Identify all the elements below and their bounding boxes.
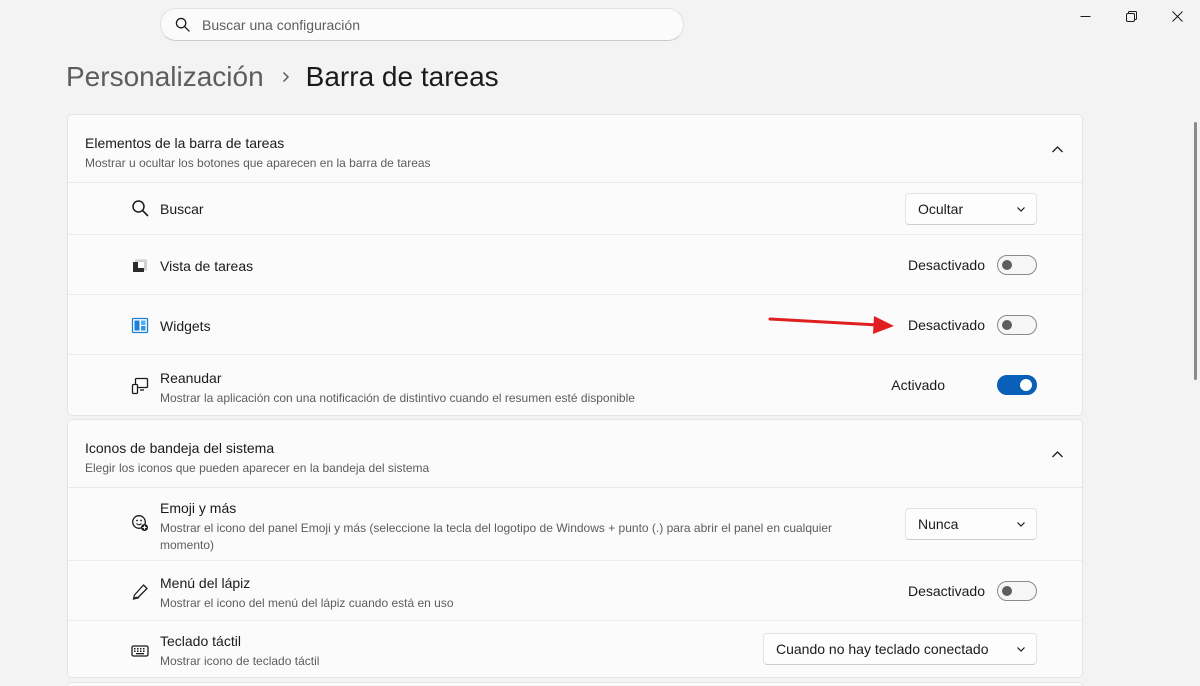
close-icon [1171, 10, 1183, 22]
widgets-toggle[interactable] [997, 315, 1037, 335]
search-icon [130, 198, 150, 218]
toggle-state-label: Desactivado [907, 257, 985, 273]
task-view-toggle[interactable] [997, 255, 1037, 275]
resume-icon [130, 376, 150, 396]
touch-keyboard-dropdown[interactable]: Cuando no hay teclado conectado [763, 633, 1037, 665]
section-subtitle: Mostrar u ocultar los botones que aparec… [85, 156, 431, 170]
setting-label: Widgets [160, 318, 211, 334]
setting-row-resume: Reanudar Mostrar la aplicación con una n… [68, 355, 1082, 415]
taskbar-items-header[interactable]: Elementos de la barra de tareas Mostrar … [68, 115, 1082, 183]
setting-label: Buscar [160, 201, 204, 217]
resume-toggle[interactable] [997, 375, 1037, 395]
setting-row-search: Buscar Ocultar [68, 183, 1082, 235]
chevron-right-icon [280, 71, 292, 83]
setting-row-pen-menu: Menú del lápiz Mostrar el icono del menú… [68, 561, 1082, 621]
dropdown-value: Cuando no hay teclado conectado [776, 641, 989, 657]
setting-label: Reanudar [160, 370, 222, 386]
toggle-state-label: Activado [891, 377, 945, 393]
emoji-icon [130, 513, 150, 533]
setting-description: Mostrar la aplicación con una notificaci… [160, 391, 635, 405]
section-subtitle: Elegir los iconos que pueden aparecer en… [85, 461, 430, 475]
system-tray-header[interactable]: Iconos de bandeja del sistema Elegir los… [68, 420, 1082, 488]
emoji-visibility-dropdown[interactable]: Nunca [905, 508, 1037, 540]
minimize-icon [1080, 15, 1090, 17]
chevron-up-icon[interactable] [1051, 143, 1064, 156]
dropdown-value: Ocultar [918, 201, 964, 217]
pen-icon [130, 582, 150, 602]
setting-row-touch-keyboard: Teclado táctil Mostrar icono de teclado … [68, 621, 1082, 677]
toggle-state-label: Desactivado [907, 317, 985, 333]
taskbar-items-section: Elementos de la barra de tareas Mostrar … [67, 114, 1083, 416]
restore-icon [1125, 10, 1137, 22]
minimize-button[interactable] [1062, 0, 1108, 32]
chevron-up-icon[interactable] [1051, 448, 1064, 461]
section-title: Iconos de bandeja del sistema [85, 440, 275, 456]
close-button[interactable] [1154, 0, 1200, 32]
scrollbar-thumb[interactable] [1194, 122, 1197, 380]
dropdown-value: Nunca [918, 516, 959, 532]
task-view-icon [130, 256, 150, 276]
pen-menu-toggle[interactable] [997, 581, 1037, 601]
search-input[interactable] [202, 16, 642, 33]
widgets-icon [130, 316, 150, 336]
chevron-down-icon [1017, 207, 1025, 212]
keyboard-icon [130, 641, 150, 661]
setting-row-widgets: Widgets Desactivado [68, 295, 1082, 355]
search-icon [175, 17, 190, 32]
setting-label: Menú del lápiz [160, 575, 251, 591]
setting-description: Mostrar icono de teclado táctil [160, 654, 320, 668]
chevron-down-icon [1017, 522, 1025, 527]
setting-label: Vista de tareas [160, 258, 254, 274]
setting-description: Mostrar el icono del panel Emoji y más (… [160, 521, 833, 552]
breadcrumb-parent-link[interactable]: Personalización [66, 61, 264, 93]
breadcrumb: Personalización Barra de tareas [66, 58, 499, 96]
restore-button[interactable] [1108, 0, 1154, 32]
system-tray-section: Iconos de bandeja del sistema Elegir los… [67, 419, 1083, 678]
toggle-state-label: Desactivado [907, 583, 985, 599]
search-mode-dropdown[interactable]: Ocultar [905, 193, 1037, 225]
setting-row-task-view: Vista de tareas Desactivado [68, 235, 1082, 295]
chevron-down-icon [1017, 647, 1025, 652]
page-title: Barra de tareas [305, 61, 499, 92]
setting-label: Teclado táctil [160, 633, 241, 649]
next-section-card [67, 682, 1083, 686]
search-box[interactable] [160, 8, 684, 41]
setting-row-emoji: Emoji y más Mostrar el icono del panel E… [68, 488, 1082, 561]
setting-description: Mostrar el icono del menú del lápiz cuan… [160, 596, 454, 610]
window-controls [1062, 0, 1200, 32]
setting-label: Emoji y más [160, 500, 237, 516]
section-title: Elementos de la barra de tareas [85, 135, 285, 151]
